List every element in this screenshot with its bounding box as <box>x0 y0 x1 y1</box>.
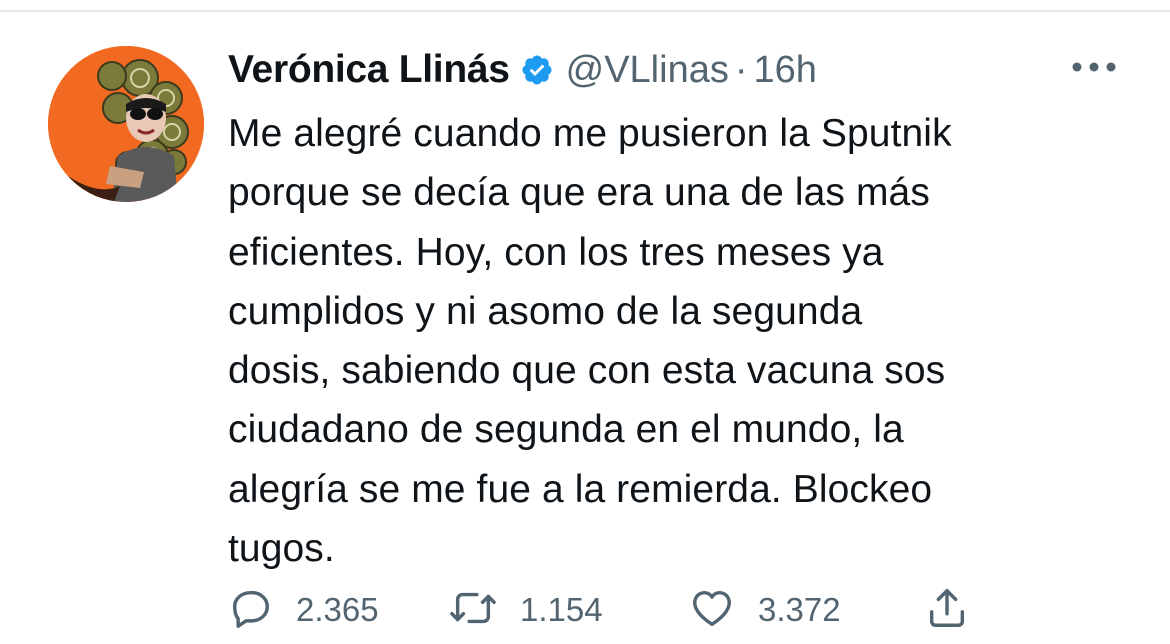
verified-badge-icon <box>520 53 554 87</box>
tweet-header: Verónica Llinás @VLlinas · 16h <box>228 42 817 98</box>
tweet-text: Me alegré cuando me pusieron la Sputnik … <box>228 112 952 571</box>
share-button[interactable] <box>924 585 970 636</box>
author-display-name[interactable]: Verónica Llinás <box>228 48 510 92</box>
meta-separator: · <box>734 48 748 91</box>
avatar[interactable] <box>48 46 204 202</box>
retweet-count: 1.154 <box>520 591 603 628</box>
reply-bubble-icon <box>228 585 274 636</box>
more-horizontal-icon[interactable] <box>1066 52 1122 82</box>
share-icon <box>924 585 970 636</box>
retweet-icon <box>448 585 498 636</box>
retweet-button[interactable]: 1.154 <box>448 585 688 636</box>
reply-button[interactable]: 2.365 <box>228 585 448 636</box>
tweet-actions: 2.365 1.154 3.372 <box>228 582 970 638</box>
like-count: 3.372 <box>758 591 841 628</box>
reply-count: 2.365 <box>296 591 379 628</box>
heart-icon <box>688 585 736 636</box>
tweet-timestamp[interactable]: 16h <box>754 49 817 92</box>
author-handle[interactable]: @VLlinas <box>566 49 729 92</box>
tweet[interactable]: Verónica Llinás @VLlinas · 16h Me alegré… <box>0 0 1170 644</box>
like-button[interactable]: 3.372 <box>688 585 924 636</box>
